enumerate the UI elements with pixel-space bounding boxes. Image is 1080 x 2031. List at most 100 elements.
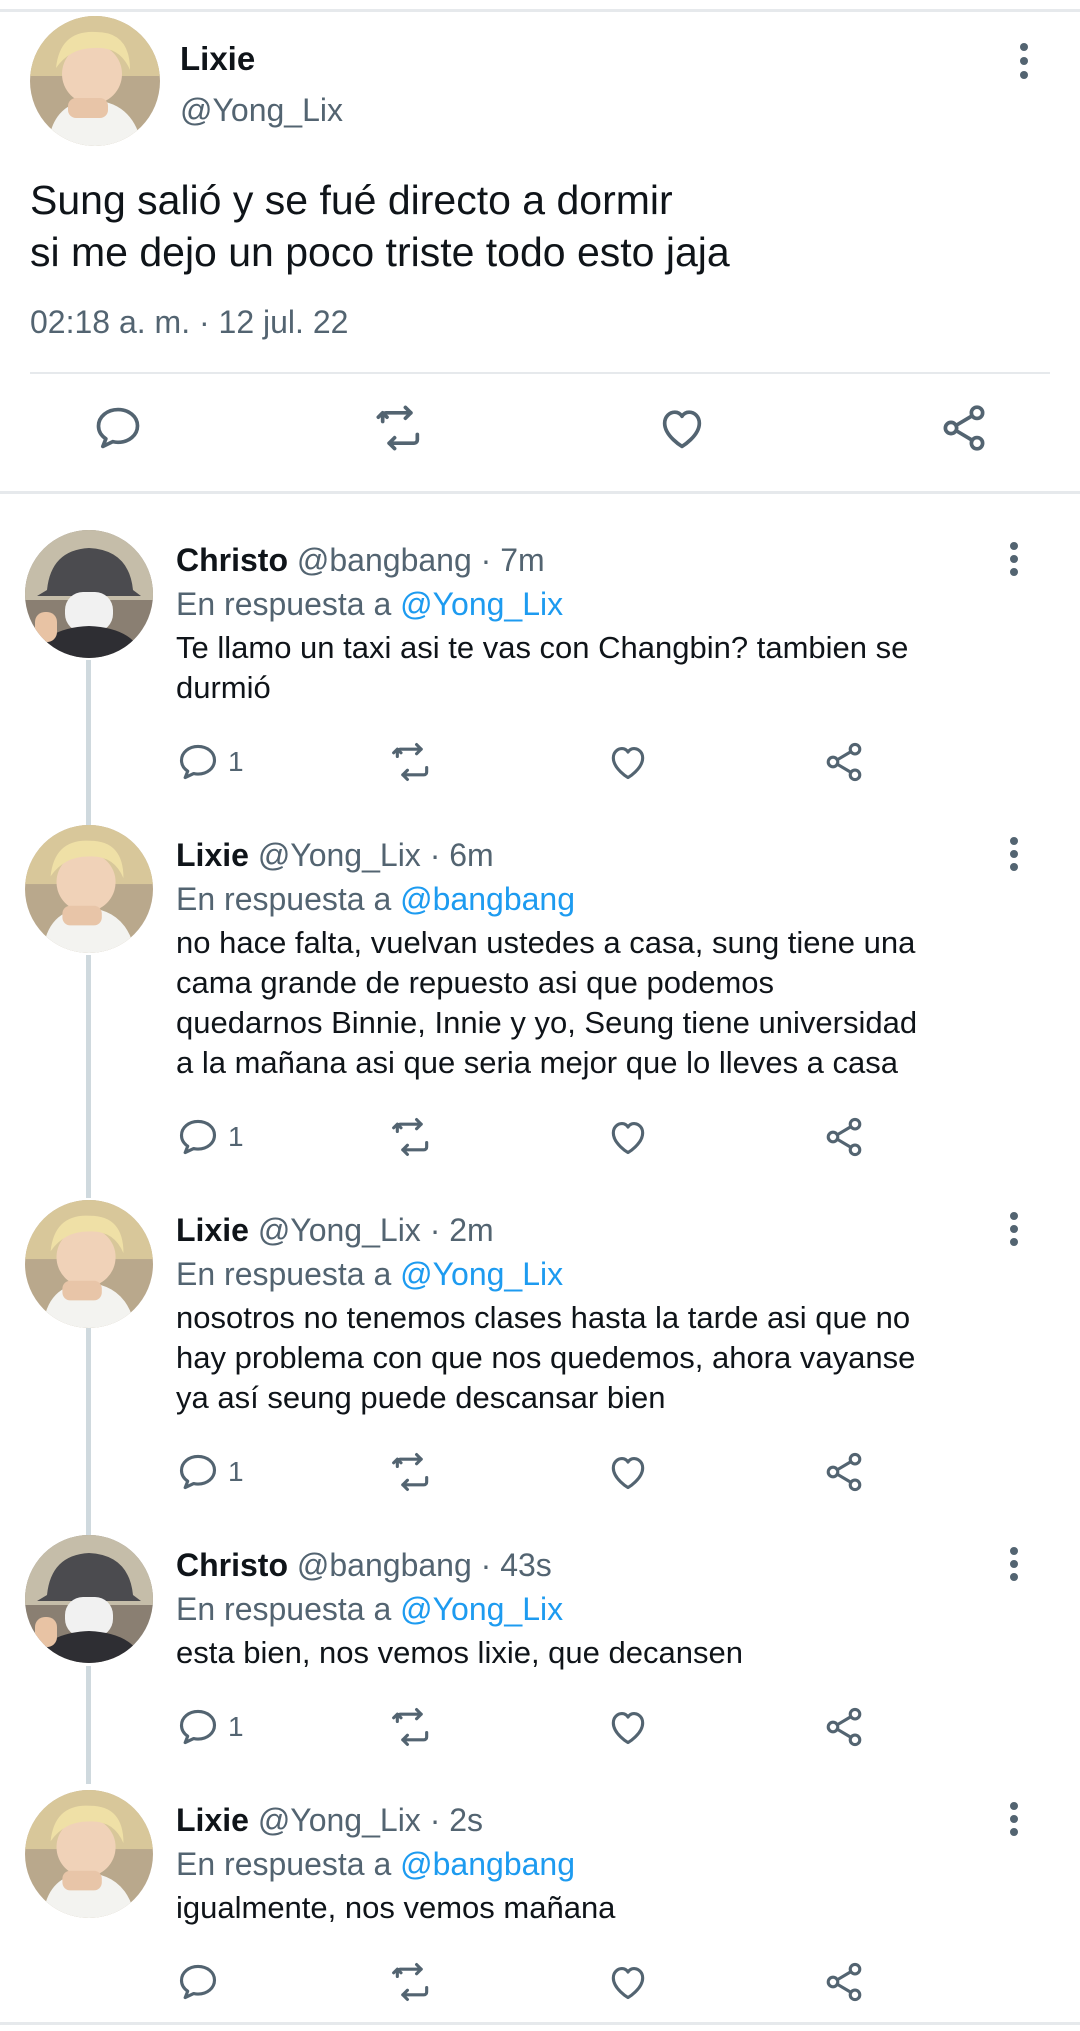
- author-name[interactable]: Lixie: [176, 1212, 249, 1248]
- reply-to-link[interactable]: @Yong_Lix: [400, 1256, 563, 1292]
- more-options-icon[interactable]: [1008, 1545, 1020, 1585]
- retweet-icon[interactable]: [390, 1960, 434, 2004]
- reply-to-label: En respuesta a: [176, 1256, 392, 1292]
- reply-to-link[interactable]: @bangbang: [400, 881, 575, 917]
- tweet-text-line: Sung salió y se fué directo a dormir: [30, 177, 673, 223]
- reply-to-label: En respuesta a: [176, 1591, 392, 1627]
- more-options-icon[interactable]: [1008, 1210, 1020, 1250]
- reply-tweet: Lixie @Yong_Lix · 2m En respuesta a @Yon…: [0, 1200, 1080, 1520]
- author-handle-time[interactable]: @Yong_Lix · 2m: [258, 1212, 494, 1248]
- reply-icon[interactable]: [176, 1115, 220, 1159]
- reply-icon[interactable]: [176, 1960, 220, 2004]
- reply-tweet: Christo @bangbang · 7m En respuesta a @Y…: [0, 530, 1080, 810]
- more-options-icon[interactable]: [1008, 835, 1020, 875]
- reply-to-line: En respuesta a @bangbang: [176, 1846, 575, 1883]
- reply-to-link[interactable]: @bangbang: [400, 1846, 575, 1882]
- reply-text-line: Te llamo un taxi asi te vas con Changbin…: [176, 630, 909, 665]
- reply-to-link[interactable]: @Yong_Lix: [400, 1591, 563, 1627]
- reply-to-line: En respuesta a @Yong_Lix: [176, 586, 563, 623]
- tweet-timestamp[interactable]: 02:18 a. m. · 12 jul. 22: [30, 304, 348, 341]
- retweet-icon[interactable]: [374, 402, 426, 454]
- reply-text: igualmente, nos vemos mañana: [176, 1888, 1026, 1928]
- retweet-icon[interactable]: [390, 1705, 434, 1749]
- more-options-icon[interactable]: [1018, 40, 1030, 86]
- reply-text-line: durmió: [176, 670, 271, 705]
- share-icon[interactable]: [938, 402, 990, 454]
- tweet-text-line: si me dejo un poco triste todo esto jaja: [30, 229, 730, 275]
- author-handle-time[interactable]: @Yong_Lix · 6m: [258, 837, 494, 873]
- author-name[interactable]: Christo: [176, 1547, 288, 1583]
- reply-to-line: En respuesta a @Yong_Lix: [176, 1256, 563, 1293]
- tweet-text: Sung salió y se fué directo a dormir si …: [30, 174, 1050, 278]
- main-tweet: Lixie @Yong_Lix Sung salió y se fué dire…: [0, 12, 1080, 492]
- more-options-icon[interactable]: [1008, 540, 1020, 580]
- like-icon[interactable]: [606, 1450, 650, 1494]
- reply-text-line: igualmente, nos vemos mañana: [176, 1890, 616, 1925]
- author-handle-time[interactable]: @bangbang · 7m: [297, 542, 545, 578]
- author-name[interactable]: Christo: [176, 542, 288, 578]
- share-icon[interactable]: [822, 1115, 866, 1159]
- share-icon[interactable]: [822, 1450, 866, 1494]
- reply-text: esta bien, nos vemos lixie, que decansen: [176, 1633, 1026, 1673]
- reply-text-line: no hace falta, vuelvan ustedes a casa, s…: [176, 925, 916, 960]
- retweet-icon[interactable]: [390, 1450, 434, 1494]
- like-icon[interactable]: [606, 1960, 650, 2004]
- reply-header: Lixie @Yong_Lix · 6m: [176, 837, 494, 874]
- reply-count: 1: [228, 746, 244, 777]
- reply-count: 1: [228, 1456, 244, 1487]
- reply-to-label: En respuesta a: [176, 1846, 392, 1882]
- reply-header: Christo @bangbang · 7m: [176, 542, 545, 579]
- reply-icon[interactable]: [176, 1450, 220, 1494]
- reply-icon[interactable]: [176, 740, 220, 784]
- reply-text-line: ya así seung puede descansar bien: [176, 1380, 666, 1415]
- bottom-divider: [0, 2022, 1080, 2025]
- reply-text-line: hay problema con que nos quedemos, ahora…: [176, 1340, 916, 1375]
- share-icon[interactable]: [822, 1960, 866, 2004]
- retweet-icon[interactable]: [390, 1115, 434, 1159]
- reply-text-line: nosotros no tenemos clases hasta la tard…: [176, 1300, 911, 1335]
- author-name[interactable]: Lixie: [176, 1802, 249, 1838]
- avatar[interactable]: [25, 1200, 153, 1328]
- reply-text-line: cama grande de repuesto asi que podemos: [176, 965, 775, 1000]
- share-icon[interactable]: [822, 1705, 866, 1749]
- reply-to-link[interactable]: @Yong_Lix: [400, 586, 563, 622]
- avatar[interactable]: [25, 530, 153, 658]
- reply-header: Christo @bangbang · 43s: [176, 1547, 552, 1584]
- author-name[interactable]: Lixie: [176, 837, 249, 873]
- avatar[interactable]: [25, 825, 153, 953]
- reply-tweet: Christo @bangbang · 43s En respuesta a @…: [0, 1535, 1080, 1775]
- reply-text-line: esta bien, nos vemos lixie, que decansen: [176, 1635, 743, 1670]
- reply-icon[interactable]: [176, 1705, 220, 1749]
- reply-text: Te llamo un taxi asi te vas con Changbin…: [176, 628, 1026, 708]
- author-name[interactable]: Lixie: [180, 40, 255, 78]
- like-icon[interactable]: [606, 740, 650, 784]
- more-options-icon[interactable]: [1008, 1800, 1020, 1840]
- share-icon[interactable]: [822, 740, 866, 784]
- section-divider: [0, 491, 1080, 494]
- reply-text-line: quedarnos Binnie, Innie y yo, Seung tien…: [176, 1005, 918, 1040]
- avatar[interactable]: [25, 1535, 153, 1663]
- reply-header: Lixie @Yong_Lix · 2s: [176, 1802, 483, 1839]
- reply-text-line: a la mañana asi que seria mejor que lo l…: [176, 1045, 899, 1080]
- reply-count: 1: [228, 1121, 244, 1152]
- reply-text: no hace falta, vuelvan ustedes a casa, s…: [176, 923, 1026, 1083]
- divider: [30, 372, 1050, 374]
- author-handle-time[interactable]: @Yong_Lix · 2s: [258, 1802, 483, 1838]
- reply-to-line: En respuesta a @bangbang: [176, 881, 575, 918]
- like-icon[interactable]: [606, 1115, 650, 1159]
- reply-to-label: En respuesta a: [176, 586, 392, 622]
- reply-tweet: Lixie @Yong_Lix · 6m En respuesta a @ban…: [0, 825, 1080, 1185]
- author-handle[interactable]: @Yong_Lix: [180, 92, 343, 129]
- reply-tweet: Lixie @Yong_Lix · 2s En respuesta a @ban…: [0, 1790, 1080, 2020]
- reply-text: nosotros no tenemos clases hasta la tard…: [176, 1298, 1026, 1418]
- avatar[interactable]: [25, 1790, 153, 1918]
- like-icon[interactable]: [656, 402, 708, 454]
- like-icon[interactable]: [606, 1705, 650, 1749]
- retweet-icon[interactable]: [390, 740, 434, 784]
- reply-to-label: En respuesta a: [176, 881, 392, 917]
- reply-count: 1: [228, 1711, 244, 1742]
- reply-icon[interactable]: [92, 402, 144, 454]
- reply-header: Lixie @Yong_Lix · 2m: [176, 1212, 494, 1249]
- avatar[interactable]: [30, 16, 160, 146]
- author-handle-time[interactable]: @bangbang · 43s: [297, 1547, 552, 1583]
